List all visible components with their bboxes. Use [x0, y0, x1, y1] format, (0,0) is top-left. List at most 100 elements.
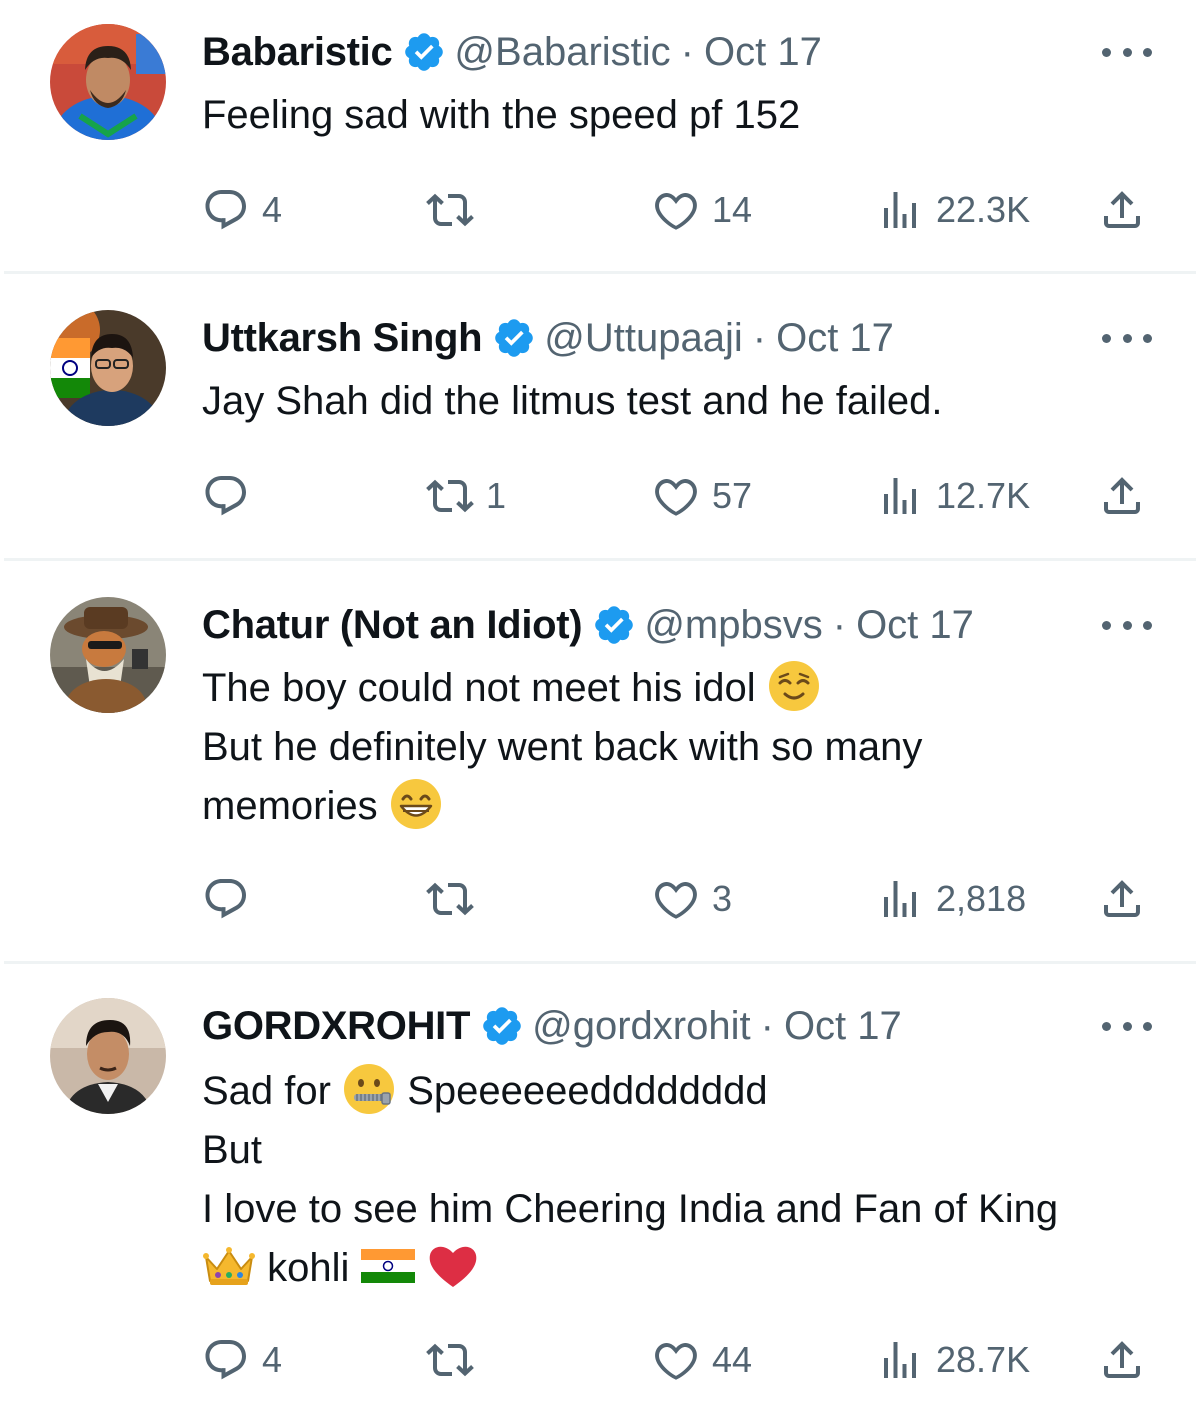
- views-icon: [884, 192, 916, 228]
- retweet-button[interactable]: [426, 180, 486, 240]
- tweet-text: Feeling sad with the speed pf 152: [202, 86, 1140, 145]
- like-button[interactable]: 14: [652, 180, 752, 240]
- tweet-line: I love to see him Cheering India and Fan…: [202, 1187, 1059, 1231]
- retweet-icon: [426, 193, 474, 227]
- separator: ·: [760, 1004, 774, 1048]
- reply-icon: [205, 476, 246, 516]
- like-icon: [655, 881, 697, 919]
- retweet-count: 1: [486, 475, 507, 516]
- like-icon: [655, 478, 697, 516]
- tweet-date[interactable]: Oct 17: [856, 597, 974, 653]
- tweet-line: Speeeeeedddddddd: [407, 1069, 768, 1113]
- share-button[interactable]: [1098, 869, 1146, 929]
- tweet-line: Feeling sad with the speed pf 152: [202, 93, 801, 137]
- relieved-face-emoji: [767, 659, 821, 713]
- retweet-button[interactable]: 1: [426, 466, 506, 526]
- like-count: 3: [712, 878, 733, 919]
- views-count: 12.7K: [936, 475, 1031, 516]
- tweet[interactable]: Babaristic @Babaristic · Oct 17 Feeling …: [0, 0, 1200, 272]
- tweet-line: The boy could not meet his idol: [202, 666, 756, 710]
- retweet-icon: [426, 1343, 474, 1377]
- like-button[interactable]: 3: [652, 869, 732, 929]
- user-handle[interactable]: @Uttupaaji: [544, 310, 742, 366]
- display-name[interactable]: Uttkarsh Singh: [202, 310, 483, 366]
- share-button[interactable]: [1098, 1330, 1146, 1390]
- verified-badge-icon: [592, 603, 636, 647]
- like-icon: [655, 1342, 697, 1380]
- views-icon: [884, 478, 916, 514]
- display-name[interactable]: Babaristic: [202, 24, 393, 80]
- retweet-button[interactable]: [426, 869, 486, 929]
- tweet-date[interactable]: Oct 17: [776, 310, 894, 366]
- reply-button[interactable]: [202, 466, 262, 526]
- avatar[interactable]: [50, 998, 166, 1114]
- views-icon: [884, 1342, 916, 1378]
- tweet[interactable]: Chatur (Not an Idiot) @mpbsvs · Oct 17 T…: [0, 561, 1200, 961]
- tweet-feed: Babaristic @Babaristic · Oct 17 Feeling …: [0, 0, 1200, 1414]
- like-count: 44: [712, 1339, 753, 1380]
- tweet-date[interactable]: Oct 17: [784, 998, 902, 1054]
- verified-badge-icon: [492, 316, 536, 360]
- grinning-face-emoji: [389, 777, 443, 831]
- zipper-mouth-face-emoji: [342, 1062, 396, 1116]
- action-bar: 1 57 12.7K: [0, 466, 1200, 526]
- display-name[interactable]: Chatur (Not an Idiot): [202, 597, 583, 653]
- tweet-line: But he definitely went back with so many: [202, 725, 923, 769]
- views-count: 28.7K: [936, 1339, 1031, 1380]
- views-icon: [884, 881, 916, 917]
- separator: ·: [832, 603, 847, 647]
- tweet-text: Jay Shah did the litmus test and he fail…: [202, 372, 1140, 431]
- retweet-button[interactable]: [426, 1330, 486, 1390]
- verified-badge-icon: [480, 1004, 524, 1048]
- tweet-line: Sad for: [202, 1069, 331, 1113]
- user-handle[interactable]: @gordxrohit: [532, 998, 750, 1054]
- tweet-line: kohli: [267, 1246, 350, 1290]
- reply-icon: [205, 879, 246, 919]
- action-bar: 3 2,818: [0, 869, 1200, 929]
- reply-count: 4: [262, 189, 283, 230]
- views-button[interactable]: 22.3K: [876, 180, 1030, 240]
- like-count: 57: [712, 475, 753, 516]
- user-handle[interactable]: @Babaristic: [454, 24, 670, 80]
- views-button[interactable]: 2,818: [876, 869, 1026, 929]
- reply-count: 4: [262, 1339, 283, 1380]
- user-handle[interactable]: @mpbsvs: [644, 597, 822, 653]
- reply-button[interactable]: 4: [202, 180, 282, 240]
- like-button[interactable]: 44: [652, 1330, 752, 1390]
- avatar[interactable]: [50, 24, 166, 140]
- separator: ·: [752, 316, 767, 360]
- avatar[interactable]: [50, 597, 166, 713]
- views-button[interactable]: 28.7K: [876, 1330, 1030, 1390]
- avatar[interactable]: [50, 310, 166, 426]
- india-flag-emoji: [360, 1239, 415, 1293]
- reply-icon: [205, 190, 246, 230]
- share-icon: [1104, 191, 1140, 228]
- display-name[interactable]: GORDXROHIT: [202, 998, 470, 1054]
- views-count: 22.3K: [936, 189, 1031, 230]
- views-button[interactable]: 12.7K: [876, 466, 1030, 526]
- like-icon: [655, 192, 697, 230]
- retweet-icon: [426, 479, 474, 513]
- more-icon[interactable]: [1102, 318, 1152, 358]
- tweet-date[interactable]: Oct 17: [704, 24, 822, 80]
- share-button[interactable]: [1098, 466, 1146, 526]
- action-bar: 4 14 22.3K: [0, 180, 1200, 240]
- views-count: 2,818: [936, 878, 1027, 919]
- tweet-line: Jay Shah did the litmus test and he fail…: [202, 379, 943, 423]
- tweet[interactable]: Uttkarsh Singh @Uttupaaji · Oct 17 Jay S…: [0, 274, 1200, 558]
- share-button[interactable]: [1098, 180, 1146, 240]
- verified-badge-icon: [402, 30, 446, 74]
- tweet-text: Sad for Speeeeeedddddddd But I love to s…: [202, 1062, 1140, 1298]
- red-heart-emoji: [426, 1239, 480, 1293]
- share-icon: [1104, 880, 1140, 917]
- separator: ·: [680, 30, 694, 74]
- like-button[interactable]: 57: [652, 466, 752, 526]
- more-icon[interactable]: [1102, 605, 1152, 645]
- like-count: 14: [712, 189, 753, 230]
- more-icon[interactable]: [1102, 1006, 1152, 1046]
- more-icon[interactable]: [1102, 32, 1152, 72]
- tweet-line: memories: [202, 784, 378, 828]
- tweet[interactable]: GORDXROHIT @gordxrohit · Oct 17 Sad for …: [0, 964, 1200, 1414]
- reply-button[interactable]: [202, 869, 262, 929]
- reply-button[interactable]: 4: [202, 1330, 282, 1390]
